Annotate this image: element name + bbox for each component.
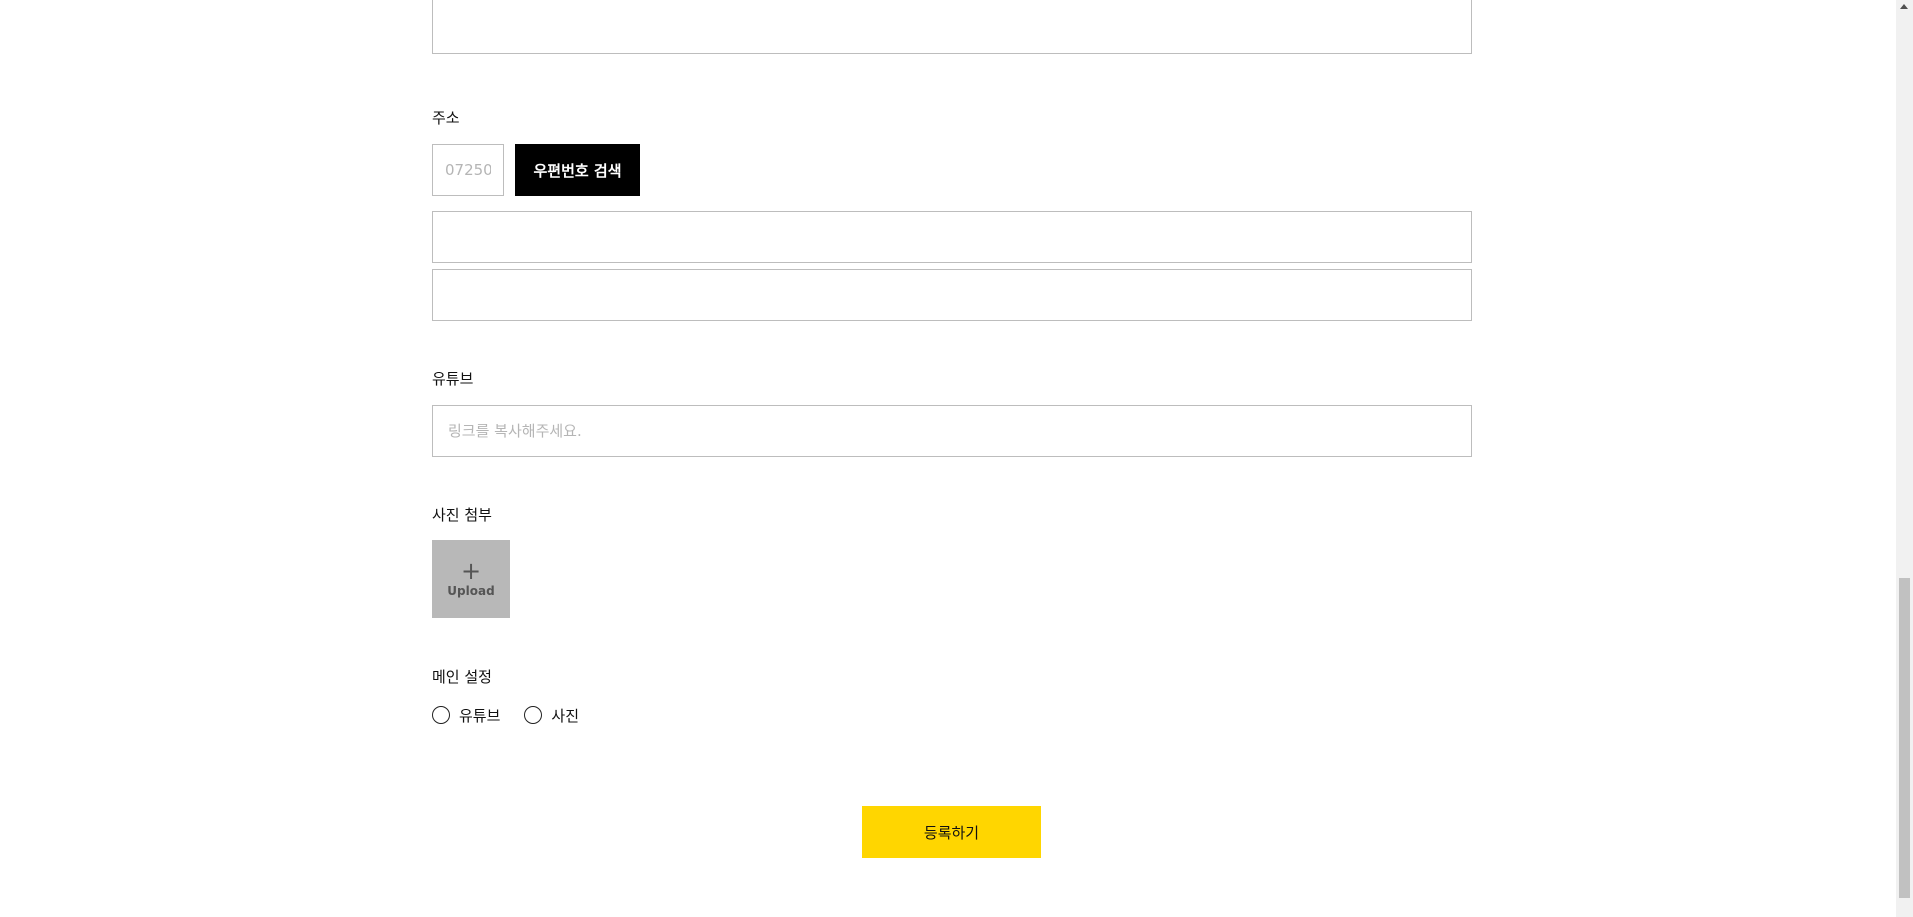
main-setting-radio-group: 유튜브 사진 — [432, 704, 603, 726]
address-line1-input[interactable] — [432, 211, 1472, 263]
previous-field-input[interactable] — [432, 0, 1472, 54]
photo-attach-label: 사진 첨부 — [432, 506, 492, 524]
radio-option-label: 유튜브 — [459, 706, 501, 725]
radio-option-photo[interactable]: 사진 — [524, 705, 579, 726]
page: 주소 우편번호 검색 유튜브 사진 첨부 + Upload 메인 설정 유튜브 … — [0, 0, 1913, 917]
main-setting-label: 메인 설정 — [432, 668, 492, 686]
radio-circle-icon[interactable] — [432, 706, 450, 724]
plus-icon: + — [460, 557, 482, 585]
scrollbar-thumb[interactable] — [1899, 578, 1910, 898]
submit-button[interactable]: 등록하기 — [862, 806, 1041, 858]
youtube-link-input[interactable] — [432, 405, 1472, 457]
photo-upload-button[interactable]: + Upload — [432, 540, 510, 618]
zipcode-input[interactable] — [432, 144, 504, 196]
radio-option-label: 사진 — [551, 706, 580, 725]
address-line2-input[interactable] — [432, 269, 1472, 321]
scroll-up-arrow-icon[interactable] — [1900, 4, 1908, 9]
youtube-label: 유튜브 — [432, 370, 474, 388]
radio-option-youtube[interactable]: 유튜브 — [432, 705, 500, 726]
address-label: 주소 — [432, 109, 460, 127]
zipcode-search-button[interactable]: 우편번호 검색 — [515, 144, 640, 196]
radio-circle-icon[interactable] — [524, 706, 543, 724]
vertical-scrollbar[interactable] — [1896, 0, 1913, 917]
upload-label: Upload — [447, 584, 495, 598]
